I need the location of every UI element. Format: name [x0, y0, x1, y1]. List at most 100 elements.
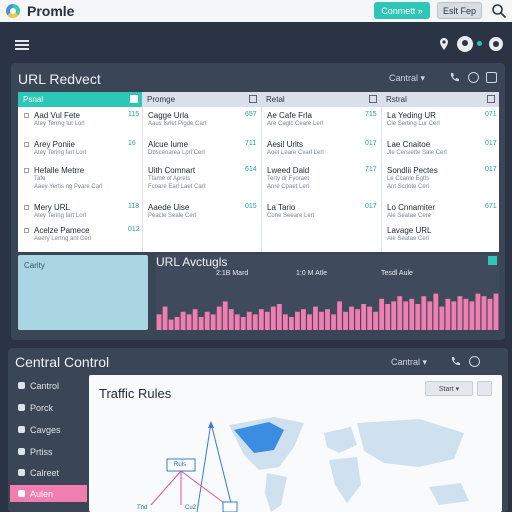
chart-bar[interactable] — [331, 314, 336, 330]
chart-bar[interactable] — [379, 298, 385, 330]
search-icon[interactable] — [491, 3, 507, 19]
close-icon[interactable] — [486, 72, 497, 83]
chart-bar[interactable] — [156, 314, 162, 330]
chart-bar[interactable] — [385, 304, 391, 330]
chart-bar[interactable] — [373, 311, 379, 330]
table-cell[interactable]: Sondlii Pectes Le Ccanle Egtts Ant Scrlote… — [387, 166, 438, 191]
chart-bar[interactable] — [325, 309, 330, 330]
chart-bar[interactable] — [301, 309, 306, 330]
table-cell[interactable]: Aad Vul Fete Atey Terrng tut Lorl — [34, 111, 85, 128]
phone-icon[interactable] — [450, 356, 461, 367]
chart-bar[interactable] — [349, 306, 354, 330]
column-header[interactable]: Rstral — [381, 92, 499, 107]
chart-bar[interactable] — [228, 309, 234, 330]
calendar-widget[interactable]: Carity — [18, 255, 148, 330]
row-checkbox[interactable] — [24, 113, 29, 118]
table-cell[interactable]: Mery URL Atey Tering fart Lorl — [34, 203, 86, 220]
column-checkbox-icon[interactable] — [369, 95, 377, 103]
chart-bar[interactable] — [475, 293, 481, 330]
chart-bar[interactable] — [174, 317, 180, 330]
chart-bar[interactable] — [240, 317, 246, 330]
table-cell[interactable]: Lweed Dald Terty dr Fyoraet Anre Cpaet Ler… — [267, 166, 309, 191]
table-cell[interactable]: Acelze Pamece Aeery Lertng ant Cerl — [34, 226, 91, 243]
table-cell[interactable]: Lo Cnnamiter Ale Seatae Cere — [387, 203, 435, 220]
chart-bar[interactable] — [391, 301, 397, 330]
chart-bar[interactable] — [463, 298, 469, 330]
chart-bar[interactable] — [343, 311, 348, 330]
location-pin-icon[interactable] — [437, 37, 451, 51]
table-cell[interactable]: Ae Cafe Frla Are Caglc Ceare Lerl — [267, 111, 323, 128]
settings-gear-icon[interactable] — [489, 37, 503, 51]
chart-bar[interactable] — [282, 314, 288, 330]
row-checkbox[interactable] — [24, 205, 29, 210]
chart-bar[interactable] — [258, 309, 264, 330]
chart-bar[interactable] — [337, 301, 342, 330]
chart-bar[interactable] — [295, 311, 300, 330]
table-cell[interactable]: Alcue Iume Dbsceoarea Lprl Cerl — [148, 140, 205, 157]
table-cell[interactable]: Arey Poniie Atey Tering fart Lorl — [34, 140, 86, 157]
row-checkbox[interactable] — [24, 168, 29, 173]
column-header[interactable]: Retal — [261, 92, 381, 107]
table-cell[interactable]: Aaede Uise Peacle Seale Cerl — [148, 203, 196, 220]
chart-bar[interactable] — [234, 314, 240, 330]
chart-bar[interactable] — [409, 298, 415, 330]
table-cell[interactable]: Uith Comnart Tfame of Aprets Fcoare Earl L… — [148, 166, 205, 191]
connect-button[interactable]: Conmett » — [374, 2, 430, 19]
chart-bar[interactable] — [198, 317, 204, 330]
chart-bar[interactable] — [204, 311, 210, 330]
table-cell[interactable]: Lavage URL Ale Seatae Cerl — [387, 226, 431, 243]
chart-bar[interactable] — [180, 311, 186, 330]
control-dropdown[interactable]: Cantral ▾ — [389, 73, 425, 84]
chart-bar[interactable] — [313, 306, 318, 330]
column-checkbox-icon[interactable] — [249, 95, 257, 103]
table-cell[interactable]: La Yeding UR Cle Serting Lur Cerl — [387, 111, 440, 128]
chart-bar[interactable] — [307, 314, 312, 330]
control-dropdown[interactable]: Cantral ▾ — [391, 357, 427, 368]
chart-bar[interactable] — [252, 314, 258, 330]
user-avatar-icon[interactable] — [457, 36, 473, 52]
chart-bar[interactable] — [222, 301, 228, 330]
table-cell[interactable]: La Tario Cone Seeare Lerl — [267, 203, 314, 220]
chart-bar[interactable] — [270, 306, 276, 330]
column-header[interactable]: Promge — [142, 92, 261, 107]
sidebar-item[interactable]: Calreet — [10, 464, 87, 481]
row-checkbox[interactable] — [24, 228, 29, 233]
column-header[interactable]: Psnal — [18, 92, 142, 107]
chart-bar[interactable] — [216, 306, 222, 330]
chart-bar[interactable] — [439, 306, 445, 330]
chart-bar[interactable] — [427, 301, 433, 330]
sidebar-item[interactable]: Prtiss — [10, 443, 87, 460]
chart-bar[interactable] — [276, 304, 282, 330]
chart-bar[interactable] — [186, 314, 192, 330]
chart-bar[interactable] — [246, 311, 252, 330]
table-cell[interactable]: Cagge Urla Aaus fsrlet Pigde Cart — [148, 111, 206, 128]
table-cell[interactable]: Aesil Urlts Aoet Leare Cvarl Lerl — [267, 140, 324, 157]
chart-menu-icon[interactable] — [488, 256, 497, 265]
chart-bar[interactable] — [469, 301, 475, 330]
phone-icon[interactable] — [449, 72, 460, 83]
chart-bar[interactable] — [192, 309, 198, 330]
chart-bar[interactable] — [487, 298, 493, 330]
chart-bar[interactable] — [493, 293, 499, 330]
menu-icon[interactable] — [15, 40, 29, 50]
settings-icon[interactable] — [468, 72, 479, 83]
chart-bar[interactable] — [433, 293, 439, 330]
row-checkbox[interactable] — [24, 142, 29, 147]
chart-bar[interactable] — [403, 301, 409, 330]
sidebar-item[interactable]: Porck — [10, 399, 87, 416]
exit-button[interactable]: Eslt Fep — [437, 2, 482, 19]
chart-bar[interactable] — [168, 319, 174, 330]
chart-bar[interactable] — [457, 296, 463, 330]
chart-bar[interactable] — [367, 306, 373, 330]
chart-bar[interactable] — [361, 304, 367, 330]
table-cell[interactable]: Hefalle Metrre Tafe Aaey Yertis ng Pvare C… — [34, 166, 102, 191]
chart-bar[interactable] — [445, 298, 451, 330]
chart-bar[interactable] — [421, 296, 427, 330]
chart-bar[interactable] — [288, 317, 294, 330]
sidebar-item[interactable]: Cavges — [10, 421, 87, 438]
settings-icon[interactable] — [469, 356, 480, 367]
chart-bar[interactable] — [162, 306, 168, 330]
chart-bar[interactable] — [319, 311, 324, 330]
chart-bar[interactable] — [210, 314, 216, 330]
chart-bar[interactable] — [264, 311, 270, 330]
